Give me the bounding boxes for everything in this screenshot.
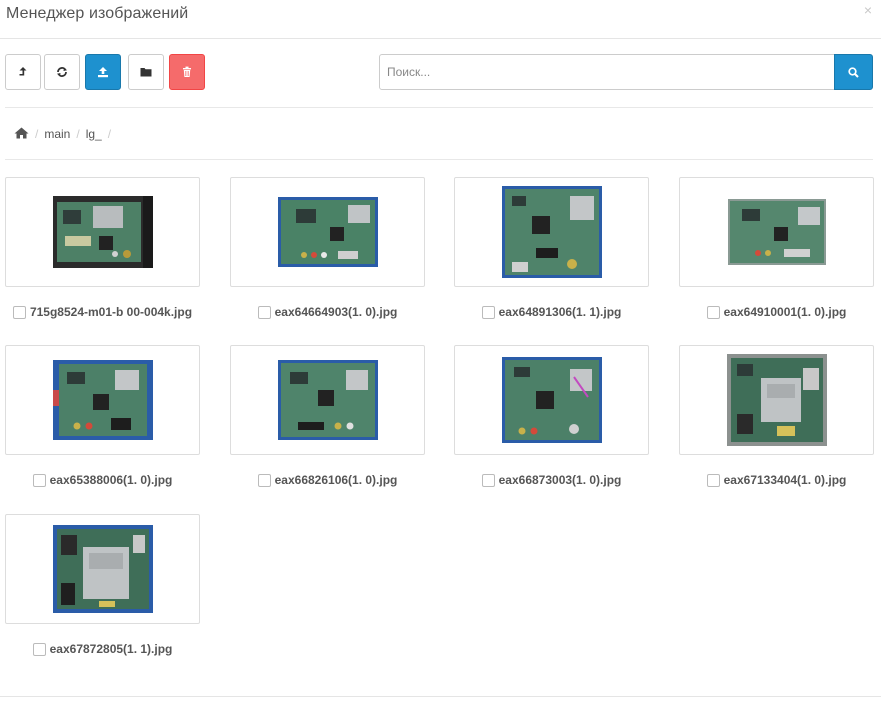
select-checkbox[interactable]: [257, 305, 271, 319]
upload-button[interactable]: [85, 54, 121, 90]
pcb-image: [52, 525, 153, 613]
folder-icon: [140, 68, 152, 77]
image-label: eax67872805(1. 1).jpg: [5, 642, 200, 656]
image-label: eax66826106(1. 0).jpg: [230, 473, 425, 487]
image-thumbnail[interactable]: [5, 177, 200, 287]
trash-icon: [183, 66, 191, 77]
breadcrumb-separator: /: [76, 127, 80, 141]
pcb-image: [726, 354, 827, 446]
pcb-image: [277, 360, 378, 440]
pcb-image: [727, 199, 826, 265]
toolbar: [0, 54, 881, 90]
pcb-image: [52, 196, 153, 268]
close-icon[interactable]: ×: [864, 2, 872, 18]
image-filename: eax65388006(1. 0).jpg: [49, 473, 173, 487]
select-checkbox[interactable]: [32, 473, 46, 487]
image-filename: eax66826106(1. 0).jpg: [274, 473, 398, 487]
image-label: eax65388006(1. 0).jpg: [5, 473, 200, 487]
image-label: eax64891306(1. 1).jpg: [454, 305, 649, 319]
level-up-icon: [19, 67, 27, 76]
breadcrumb-item-main[interactable]: main: [44, 127, 70, 141]
select-checkbox[interactable]: [706, 473, 720, 487]
select-checkbox[interactable]: [257, 473, 271, 487]
modal-header: Менеджер изображений ×: [0, 0, 881, 39]
image-thumbnail[interactable]: [679, 345, 874, 455]
image-filename: eax67133404(1. 0).jpg: [723, 473, 847, 487]
image-card: eax67133404(1. 0).jpg: [679, 345, 874, 497]
image-card: eax65388006(1. 0).jpg: [5, 345, 200, 497]
breadcrumb-separator: /: [35, 127, 39, 141]
image-filename: eax64891306(1. 1).jpg: [498, 305, 622, 319]
image-thumbnail[interactable]: [5, 514, 200, 624]
new-folder-button[interactable]: [128, 54, 164, 90]
breadcrumb-item-lg[interactable]: lg_: [86, 127, 102, 141]
modal-footer-divider: [0, 696, 881, 697]
search-input[interactable]: [379, 54, 835, 90]
image-card: eax66826106(1. 0).jpg: [230, 345, 425, 497]
image-card: eax64910001(1. 0).jpg: [679, 177, 874, 329]
modal-title: Менеджер изображений: [6, 5, 189, 22]
parent-button[interactable]: [5, 54, 41, 90]
image-label: eax64664903(1. 0).jpg: [230, 305, 425, 319]
image-filename: eax64664903(1. 0).jpg: [274, 305, 398, 319]
breadcrumb: / main / lg_ /: [14, 126, 117, 142]
image-label: eax64910001(1. 0).jpg: [679, 305, 874, 319]
upload-icon: [98, 67, 108, 78]
refresh-icon: [57, 67, 67, 77]
image-card: 715g8524-m01-b 00-004k.jpg: [5, 177, 200, 329]
toolbar-divider: [5, 107, 873, 108]
image-filename: eax67872805(1. 1).jpg: [49, 642, 173, 656]
select-checkbox[interactable]: [706, 305, 720, 319]
image-card: eax66873003(1. 0).jpg: [454, 345, 649, 497]
image-card: eax64664903(1. 0).jpg: [230, 177, 425, 329]
image-label: 715g8524-m01-b 00-004k.jpg: [5, 305, 200, 319]
image-thumbnail[interactable]: [5, 345, 200, 455]
select-checkbox[interactable]: [12, 305, 26, 319]
image-thumbnail[interactable]: [230, 345, 425, 455]
select-checkbox[interactable]: [481, 473, 495, 487]
breadcrumb-divider: [5, 159, 873, 160]
image-filename: eax64910001(1. 0).jpg: [723, 305, 847, 319]
image-thumbnail[interactable]: [230, 177, 425, 287]
select-checkbox[interactable]: [32, 642, 46, 656]
image-thumbnail[interactable]: [454, 345, 649, 455]
image-thumbnail[interactable]: [679, 177, 874, 287]
search-button[interactable]: [834, 54, 873, 90]
select-checkbox[interactable]: [481, 305, 495, 319]
image-filename: eax66873003(1. 0).jpg: [498, 473, 622, 487]
delete-button[interactable]: [169, 54, 205, 90]
breadcrumb-separator: /: [107, 127, 112, 141]
pcb-image: [501, 186, 602, 278]
image-label: eax67133404(1. 0).jpg: [679, 473, 874, 487]
image-card: eax67872805(1. 1).jpg: [5, 514, 200, 666]
pcb-image: [277, 197, 378, 267]
search-icon: [848, 66, 859, 78]
image-card: eax64891306(1. 1).jpg: [454, 177, 649, 329]
home-icon[interactable]: [14, 127, 29, 142]
image-filename: 715g8524-m01-b 00-004k.jpg: [29, 305, 193, 319]
pcb-image: [52, 360, 153, 440]
pcb-image: [501, 357, 602, 443]
refresh-button[interactable]: [44, 54, 80, 90]
image-thumbnail[interactable]: [454, 177, 649, 287]
image-label: eax66873003(1. 0).jpg: [454, 473, 649, 487]
